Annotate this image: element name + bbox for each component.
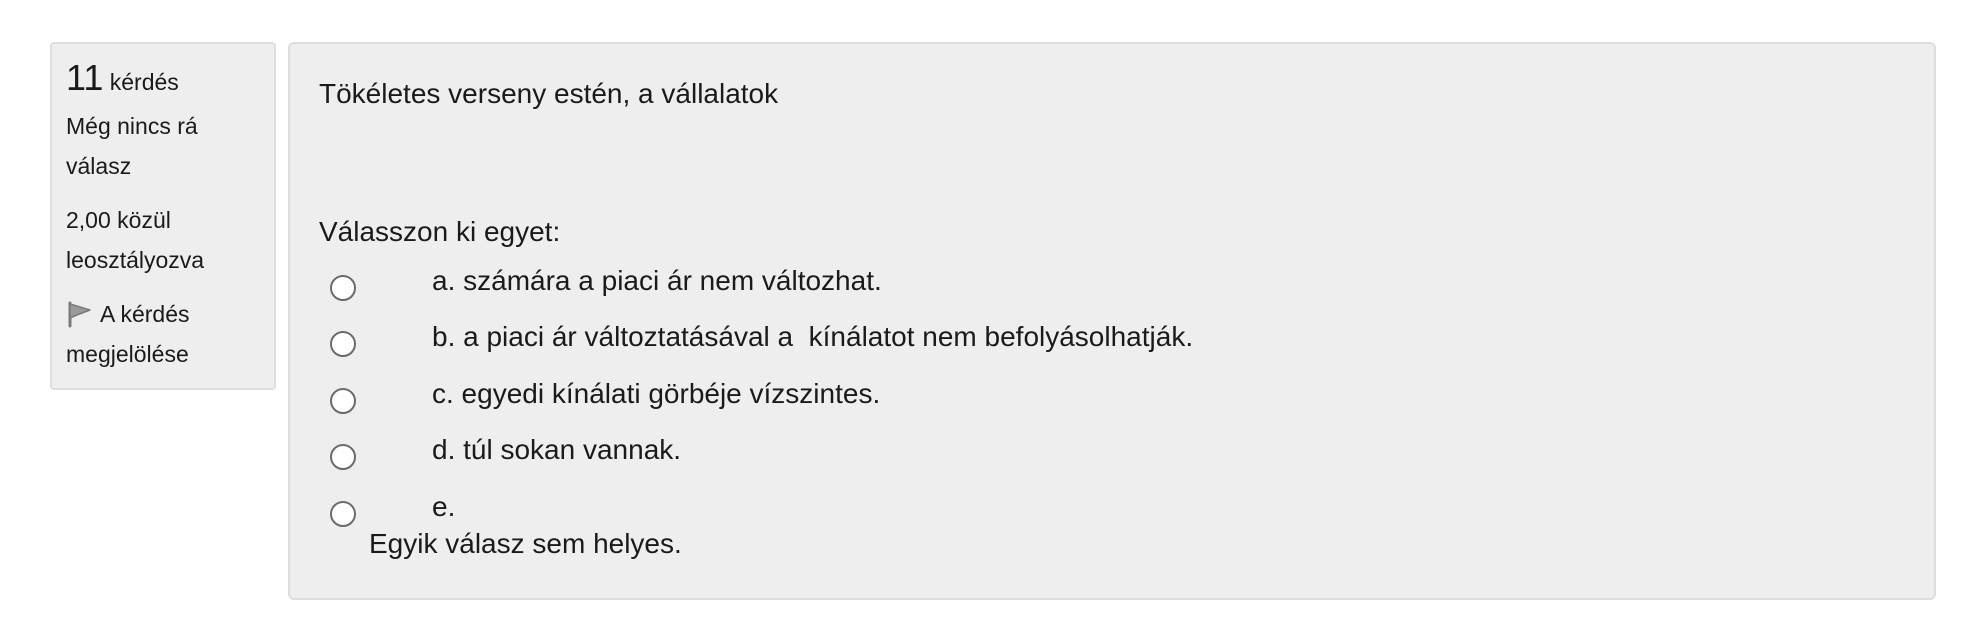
radio-unchecked-icon[interactable] [330, 444, 356, 470]
answer-option-label[interactable]: d. túl sokan vannak. [432, 422, 681, 478]
question-number-line: 11 kérdés [66, 54, 260, 106]
radio-unchecked-icon[interactable] [330, 331, 356, 357]
answer-prompt: Válasszon ki egyet: [319, 216, 561, 247]
answer-option-label[interactable]: c. egyedi kínálati görbéje vízszintes. [432, 366, 880, 422]
radio-unchecked-icon[interactable] [330, 275, 356, 301]
question-number-label: kérdés [109, 69, 179, 95]
question-info-panel: 11 kérdés Még nincs rá válasz 2,00 közül… [50, 42, 276, 390]
radio-unchecked-icon[interactable] [330, 501, 356, 527]
radio-unchecked-icon[interactable] [330, 388, 356, 414]
answer-option-d[interactable]: d. túl sokan vannak. [319, 422, 1819, 478]
answer-option-b[interactable]: b. a piaci ár változtatásával a kínálato… [319, 309, 1819, 365]
answer-option-label[interactable]: a. számára a piaci ár nem változhat. [432, 253, 882, 309]
flag-icon[interactable] [66, 300, 94, 328]
question-number: 11 [66, 57, 104, 98]
flag-question-toggle[interactable]: A kérdés megjelölése [66, 294, 260, 374]
question-text: Tökéletes verseny estén, a vállalatok [319, 78, 779, 109]
answer-status: Még nincs rá válasz [66, 113, 198, 179]
answer-option-e-text[interactable]: Egyik válasz sem helyes. [369, 524, 682, 564]
grade-info: 2,00 közül leosztályozva [66, 207, 205, 273]
answer-option-a[interactable]: a. számára a piaci ár nem változhat. [319, 253, 1819, 309]
answer-option-label[interactable]: b. a piaci ár változtatásával a kínálato… [432, 309, 1193, 365]
question-content-panel: Tökéletes verseny estén, a vállalatok Vá… [288, 42, 1936, 600]
answer-option-c[interactable]: c. egyedi kínálati görbéje vízszintes. [319, 366, 1819, 422]
